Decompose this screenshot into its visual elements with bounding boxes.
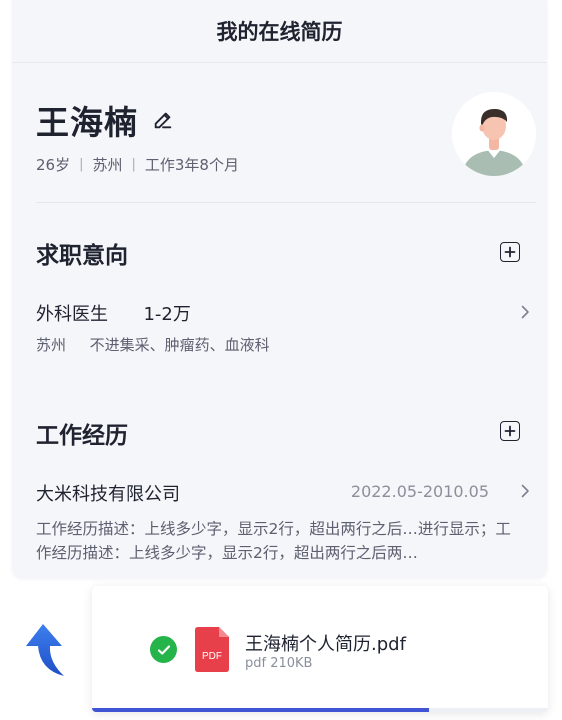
upload-toast[interactable]: PDF 王海楠个人简历.pdf pdf 210KB	[92, 586, 548, 712]
edit-profile-button[interactable]	[150, 107, 176, 133]
curved-up-arrow-icon[interactable]	[24, 622, 68, 680]
city-text: 苏州	[92, 156, 123, 174]
work-description: 工作经历描述：上线多少字，显示2行，超出两行之后…进行显示；工作经历描述：上线多…	[36, 520, 511, 562]
pdf-label: PDF	[202, 651, 222, 662]
uploaded-file-meta: pdf 210KB	[245, 656, 313, 671]
add-job-intent-button[interactable]	[500, 242, 520, 262]
age-text: 26岁	[36, 156, 71, 174]
page-header: 我的在线简历	[12, 0, 547, 63]
pencil-icon	[154, 112, 172, 129]
resume-card: 我的在线简历 王海楠 26岁 | 苏州 | 工作3年8个月 求职意向 外科医生 …	[12, 0, 547, 578]
upload-progress-track	[92, 708, 548, 712]
work-period: 2022.05-2010.05	[350, 482, 489, 501]
chevron-right-icon[interactable]	[518, 305, 532, 319]
section-divider	[36, 202, 536, 203]
company-name[interactable]: 大米科技有限公司	[36, 480, 180, 506]
job-intent-details: 苏州 不进集采、肿瘤药、血液科	[36, 334, 270, 355]
job-industries: 不进集采、肿瘤药、血液科	[89, 336, 270, 354]
experience-text: 工作3年8个月	[144, 156, 239, 174]
job-intent-title: 求职意向	[36, 243, 128, 269]
candidate-name: 王海楠	[36, 103, 138, 142]
page-title: 我的在线简历	[216, 20, 343, 44]
job-city: 苏州	[36, 336, 67, 354]
avatar[interactable]	[452, 92, 536, 176]
upload-progress-bar	[92, 708, 430, 712]
job-salary: 1-2万	[143, 304, 191, 325]
meta-separator: |	[131, 157, 136, 172]
avatar-illustration	[452, 92, 536, 176]
chevron-right-icon[interactable]	[518, 484, 532, 498]
job-position: 外科医生	[36, 304, 108, 325]
pdf-file-icon: PDF	[195, 627, 229, 672]
check-circle-icon	[150, 636, 177, 663]
meta-separator: |	[79, 157, 84, 172]
add-work-history-button[interactable]	[500, 421, 520, 441]
work-history-title: 工作经历	[36, 423, 128, 449]
uploaded-file-name: 王海楠个人简历.pdf	[245, 634, 406, 655]
job-intent-row[interactable]: 外科医生 1-2万	[36, 300, 191, 326]
plus-icon	[504, 425, 516, 437]
plus-icon	[504, 246, 516, 258]
